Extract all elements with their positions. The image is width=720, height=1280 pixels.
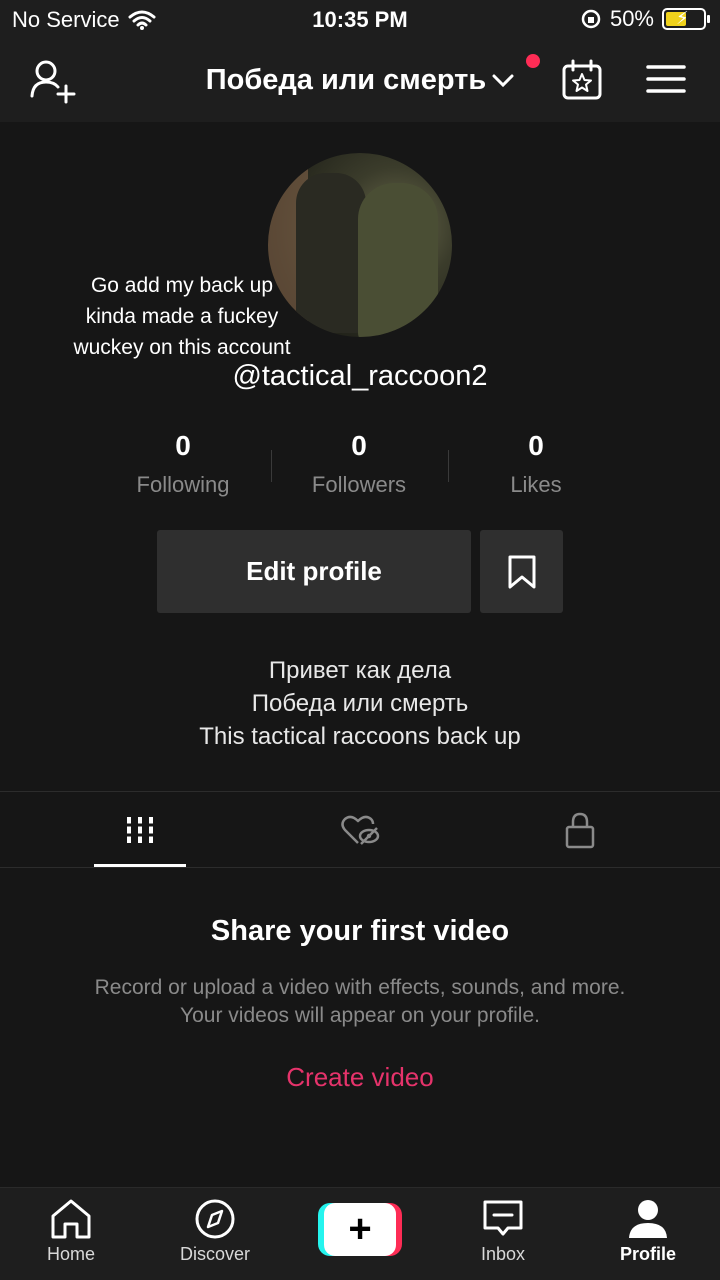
notification-dot xyxy=(526,54,540,68)
overlay-line: wuckey on this account xyxy=(73,336,291,359)
stat-number: 0 xyxy=(351,430,367,461)
nav-inbox[interactable]: Inbox xyxy=(443,1198,563,1265)
overlay-line: kinda made a fuckey xyxy=(85,305,279,328)
overlay-caption: Go add my back up kinda made a fuckey wu… xyxy=(40,270,324,363)
inbox-icon xyxy=(483,1200,523,1236)
stat-likes[interactable]: 0 Likes xyxy=(436,430,636,498)
grid-icon xyxy=(124,816,156,843)
username: @tactical_raccoon2 xyxy=(232,360,488,392)
profile-header: Победа или смерть xyxy=(0,40,720,122)
nav-label: Home xyxy=(46,1244,95,1264)
nav-profile[interactable]: Profile xyxy=(588,1198,708,1265)
nav-label: Discover xyxy=(179,1244,250,1264)
nav-label: Inbox xyxy=(480,1244,526,1264)
nav-label: Profile xyxy=(619,1244,676,1264)
bio: Привет как дела Победа или смерть This t… xyxy=(0,654,720,753)
account-name: Победа или смерть xyxy=(205,64,487,96)
tabs-divider-bottom xyxy=(0,867,720,868)
stat-number: 0 xyxy=(175,430,191,461)
create-button[interactable]: + xyxy=(318,1203,402,1256)
battery-icon: ⚡ xyxy=(662,8,710,30)
favorites-button[interactable] xyxy=(480,530,563,613)
status-right: 50% ⚡ xyxy=(580,6,710,32)
status-bar: No Service 10:35 PM 50% ⚡ xyxy=(0,0,720,40)
battery-percent: 50% xyxy=(609,6,654,31)
compass-icon xyxy=(195,1199,235,1239)
bookmark-icon xyxy=(508,555,535,588)
chevron-down-icon xyxy=(492,68,514,94)
empty-state-description: Record or upload a video with effects, s… xyxy=(94,976,626,1027)
tab-liked[interactable] xyxy=(240,792,480,867)
create-video-link[interactable]: Create video xyxy=(0,1062,720,1093)
calendar-star-icon[interactable] xyxy=(560,58,604,102)
tab-private[interactable] xyxy=(460,792,700,867)
bio-line: This tactical raccoons back up xyxy=(199,723,521,750)
nav-discover[interactable]: Discover xyxy=(155,1198,275,1265)
nav-home[interactable]: Home xyxy=(11,1198,131,1265)
liked-hidden-icon xyxy=(341,815,380,845)
bio-line: Победа или смерть xyxy=(251,690,469,717)
profile-stats: 0 Following 0 Followers 0 Likes xyxy=(0,430,720,510)
tab-videos[interactable] xyxy=(20,792,260,867)
lock-icon xyxy=(565,812,595,848)
profile-tabs xyxy=(0,792,720,867)
home-icon xyxy=(51,1199,91,1239)
menu-icon[interactable] xyxy=(646,64,686,94)
edit-profile-button[interactable]: Edit profile xyxy=(157,530,471,613)
stat-label: Following xyxy=(136,472,230,497)
stat-number: 0 xyxy=(528,430,544,461)
plus-icon: + xyxy=(324,1203,396,1256)
account-switcher[interactable]: Победа или смерть xyxy=(0,64,720,97)
profile-icon xyxy=(629,1200,667,1238)
overlay-line: Go add my back up xyxy=(90,274,274,297)
stat-followers[interactable]: 0 Followers xyxy=(259,430,459,498)
stat-label: Followers xyxy=(311,472,407,497)
bio-line: Привет как дела xyxy=(268,657,452,684)
stat-following[interactable]: 0 Following xyxy=(83,430,283,498)
orientation-lock-icon xyxy=(581,9,601,29)
empty-state-title: Share your first video xyxy=(210,915,510,947)
stat-label: Likes xyxy=(510,472,562,497)
